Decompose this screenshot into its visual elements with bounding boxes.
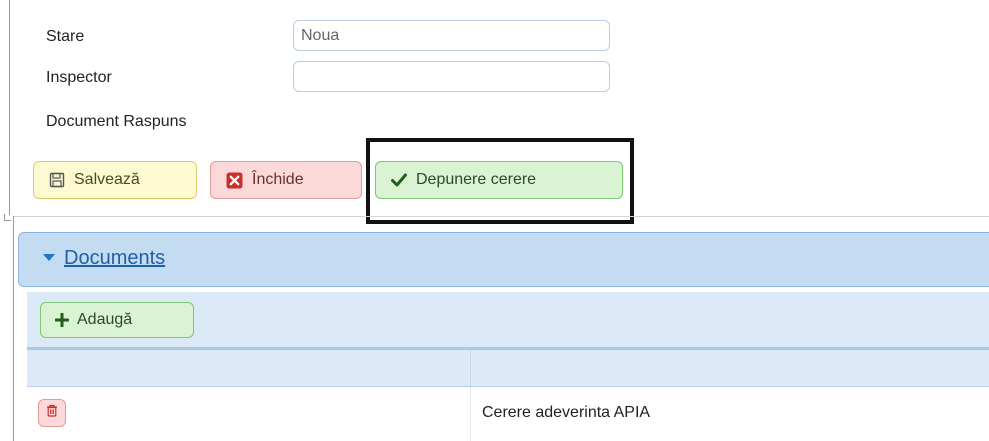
border-corner	[4, 214, 11, 221]
highlight-box	[366, 138, 634, 224]
inspector-field[interactable]	[293, 61, 610, 92]
add-document-button[interactable]: Adaugă	[40, 302, 194, 338]
documents-table-header	[27, 347, 989, 387]
plus-icon	[55, 313, 69, 327]
trash-icon	[46, 404, 58, 422]
floppy-disk-icon	[49, 172, 65, 188]
caret-down-icon	[43, 254, 55, 261]
stare-field[interactable]	[293, 20, 610, 51]
label-stare: Stare	[46, 28, 85, 45]
close-button[interactable]: Închide	[210, 161, 362, 199]
label-inspector: Inspector	[46, 69, 112, 86]
add-document-button-label: Adaugă	[77, 311, 133, 328]
documents-panel-header[interactable]: Documents	[18, 232, 989, 287]
document-name-cell: Cerere adeverinta APIA	[482, 404, 651, 421]
column-separator	[470, 387, 471, 441]
section-divider	[14, 216, 989, 217]
left-border-lower	[13, 216, 14, 441]
table-row: Cerere adeverinta APIA	[27, 387, 989, 441]
close-button-label: Închide	[252, 171, 304, 188]
delete-row-button[interactable]	[38, 399, 66, 427]
save-button[interactable]: Salvează	[33, 161, 197, 199]
documents-panel-title[interactable]: Documents	[64, 247, 165, 270]
column-separator	[470, 350, 471, 387]
close-square-icon	[226, 172, 243, 189]
left-border	[9, 0, 10, 215]
label-document-raspuns: Document Raspuns	[46, 113, 187, 130]
save-button-label: Salvează	[74, 171, 140, 188]
